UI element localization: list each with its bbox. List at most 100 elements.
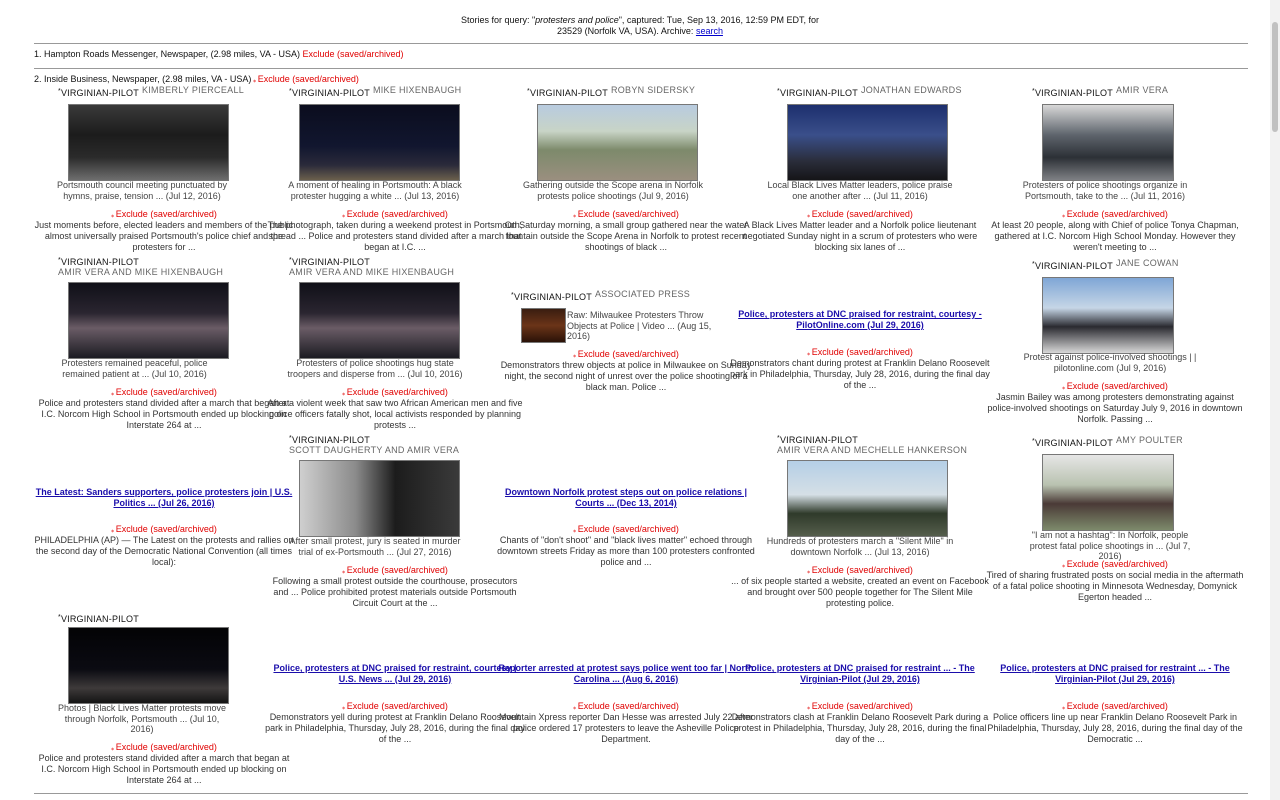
exclude-link[interactable]: Exclude (saved/archived) [578, 209, 679, 219]
publisher-logo: *VIRGINIAN-PILOT [58, 257, 139, 267]
publisher-logo: *VIRGINIAN-PILOT [511, 292, 592, 302]
story-snippet: Just moments before, elected leaders and… [34, 220, 294, 252]
story-thumbnail[interactable] [68, 627, 229, 704]
header-location: 23529 (Norfolk VA, USA). Archive: [557, 26, 696, 36]
exclude-link[interactable]: Exclude (saved/archived) [116, 387, 217, 397]
exclude-row: ⁎ Exclude (saved/archived) [496, 209, 756, 219]
story-byline: *VIRGINIAN-PILOT ASSOCIATED PRESS [511, 289, 771, 303]
exclude-link[interactable]: Exclude (saved/archived) [1067, 701, 1168, 711]
story-thumbnail[interactable] [1042, 454, 1174, 531]
scrollbar-thumb[interactable] [1272, 22, 1278, 132]
story-snippet: Police and protesters stand divided afte… [38, 398, 290, 430]
story-byline: *VIRGINIAN-PILOT JANE COWAN [1032, 258, 1280, 272]
exclude-link[interactable]: Exclude (saved/archived) [347, 387, 448, 397]
story-snippet: Demonstrators threw objects at police in… [500, 360, 752, 392]
exclude-link[interactable]: Exclude (saved/archived) [812, 701, 913, 711]
story-caption[interactable]: Protesters remained peaceful, police rem… [52, 358, 217, 379]
story-caption[interactable]: Portsmouth council meeting punctuated by… [52, 180, 232, 201]
exclude-link[interactable]: Exclude (saved/archived) [578, 701, 679, 711]
archive-search-link[interactable]: search [696, 26, 723, 36]
divider [34, 793, 1248, 794]
story-author: JONATHAN EDWARDS [860, 85, 962, 95]
story-title-link[interactable]: Police, protesters at DNC praised for re… [265, 663, 525, 685]
story-caption[interactable]: A moment of healing in Portsmouth: A bla… [285, 180, 465, 201]
story-author: AMIR VERA AND MIKE HIXENBAUGH [289, 267, 455, 277]
story-snippet: On Saturday morning, a small group gathe… [504, 220, 748, 252]
story-thumbnail[interactable] [299, 104, 460, 181]
source-row-2: 2. Inside Business, Newspaper, (2.98 mil… [34, 74, 359, 84]
exclude-row: ⁎ Exclude (saved/archived) [985, 701, 1245, 711]
story-title-link[interactable]: Police, protesters at DNC praised for re… [730, 309, 990, 331]
exclude-link[interactable]: Exclude (saved/archived) [812, 565, 913, 575]
exclude-row: ⁎ Exclude (saved/archived) [265, 387, 525, 397]
story-snippet: At least 20 people, along with Chief of … [991, 220, 1239, 252]
story-snippet: Demonstrators clash at Franklin Delano R… [731, 712, 989, 744]
exclude-row: ⁎ Exclude (saved/archived) [34, 209, 294, 219]
publisher-logo: *VIRGINIAN-PILOT [777, 435, 858, 445]
story-thumbnail[interactable] [1042, 277, 1174, 354]
story-byline: *VIRGINIAN-PILOT JONATHAN EDWARDS [777, 85, 1037, 99]
story-title-link[interactable]: The Latest: Sanders supporters, police p… [34, 487, 294, 509]
exclude-row: ⁎ Exclude (saved/archived) [730, 701, 990, 711]
story-snippet: Demonstrators yell during protest at Fra… [265, 712, 525, 744]
exclude-link[interactable]: Exclude (saved/archived) [116, 742, 217, 752]
story-title-link[interactable]: Reporter arrested at protest says police… [496, 663, 756, 685]
story-title-link[interactable]: Police, protesters at DNC praised for re… [985, 663, 1245, 685]
story-caption[interactable]: Protesters of police shootings organize … [1020, 180, 1190, 201]
exclude-link[interactable]: Exclude (saved/archived) [258, 74, 359, 84]
story-author: SCOTT DAUGHERTY AND AMIR VERA [289, 445, 460, 455]
source-label: 2. Inside Business, Newspaper, (2.98 mil… [34, 74, 252, 84]
story-author: AMIR VERA [1115, 85, 1169, 95]
exclude-link[interactable]: Exclude (saved/archived) [812, 209, 913, 219]
story-thumbnail[interactable] [299, 282, 460, 359]
story-snippet: Police officers line up near Franklin De… [987, 712, 1243, 744]
story-caption[interactable]: After small protest, jury is seated in m… [285, 536, 465, 557]
story-thumbnail[interactable] [787, 104, 948, 181]
header-capture-info: ", captured: Tue, Sep 13, 2016, 12:59 PM… [618, 15, 820, 25]
story-thumbnail[interactable] [68, 282, 229, 359]
exclude-row: ⁎ Exclude (saved/archived) [985, 559, 1245, 569]
story-thumbnail[interactable] [521, 308, 566, 343]
story-caption[interactable]: Protesters of police shootings hug state… [285, 358, 465, 379]
story-snippet: Mountain Xpress reporter Dan Hesse was a… [498, 712, 754, 744]
story-thumbnail[interactable] [537, 104, 698, 181]
story-snippet: Demonstrators chant during protest at Fr… [730, 358, 990, 390]
story-caption[interactable]: Raw: Milwaukee Protesters Throw Objects … [567, 310, 717, 342]
story-thumbnail[interactable] [299, 460, 460, 537]
story-thumbnail[interactable] [787, 460, 948, 537]
exclude-link[interactable]: Exclude (saved/archived) [116, 209, 217, 219]
scrollbar[interactable] [1270, 0, 1280, 800]
exclude-row: ⁎ Exclude (saved/archived) [34, 387, 294, 397]
story-snippet: A Black Lives Matter leader and a Norfol… [742, 220, 978, 252]
exclude-link[interactable]: Exclude (saved/archived) [347, 565, 448, 575]
exclude-link[interactable]: Exclude (saved/archived) [578, 524, 679, 534]
exclude-link[interactable]: Exclude (saved/archived) [116, 524, 217, 534]
story-caption[interactable]: Gathering outside the Scope arena in Nor… [518, 180, 708, 201]
exclude-row: ⁎ Exclude (saved/archived) [496, 701, 756, 711]
exclude-link[interactable]: Exclude (saved/archived) [578, 349, 679, 359]
publisher-logo: *VIRGINIAN-PILOT [58, 614, 139, 624]
story-caption[interactable]: Local Black Lives Matter leaders, police… [765, 180, 955, 201]
story-caption[interactable]: "I am not a hashtag": In Norfolk, people… [1020, 530, 1200, 562]
publisher-logo: *VIRGINIAN-PILOT [289, 257, 370, 267]
story-snippet: Chants of "don't shoot" and "black lives… [497, 535, 755, 567]
exclude-row: ⁎ Exclude (saved/archived) [985, 209, 1245, 219]
story-caption[interactable]: Hundreds of protesters march a "Silent M… [765, 536, 955, 557]
exclude-link[interactable]: Exclude (saved/archived) [302, 49, 403, 59]
exclude-link[interactable]: Exclude (saved/archived) [347, 701, 448, 711]
story-thumbnail[interactable] [68, 104, 229, 181]
story-caption[interactable]: Protest against police-involved shooting… [1020, 352, 1200, 373]
exclude-row: ⁎ Exclude (saved/archived) [730, 209, 990, 219]
exclude-link[interactable]: Exclude (saved/archived) [1067, 209, 1168, 219]
story-byline: *VIRGINIAN-PILOT ROBYN SIDERSKY [527, 85, 787, 99]
exclude-link[interactable]: Exclude (saved/archived) [1067, 559, 1168, 569]
exclude-row: ⁎ Exclude (saved/archived) [985, 381, 1245, 391]
exclude-row: ⁎ Exclude (saved/archived) [265, 209, 525, 219]
story-title-link[interactable]: Police, protesters at DNC praised for re… [730, 663, 990, 685]
exclude-link[interactable]: Exclude (saved/archived) [1067, 381, 1168, 391]
exclude-link[interactable]: Exclude (saved/archived) [347, 209, 448, 219]
story-caption[interactable]: Photos | Black Lives Matter protests mov… [52, 703, 232, 735]
story-thumbnail[interactable] [1042, 104, 1174, 181]
exclude-link[interactable]: Exclude (saved/archived) [812, 347, 913, 357]
story-title-link[interactable]: Downtown Norfolk protest steps out on po… [496, 487, 756, 509]
